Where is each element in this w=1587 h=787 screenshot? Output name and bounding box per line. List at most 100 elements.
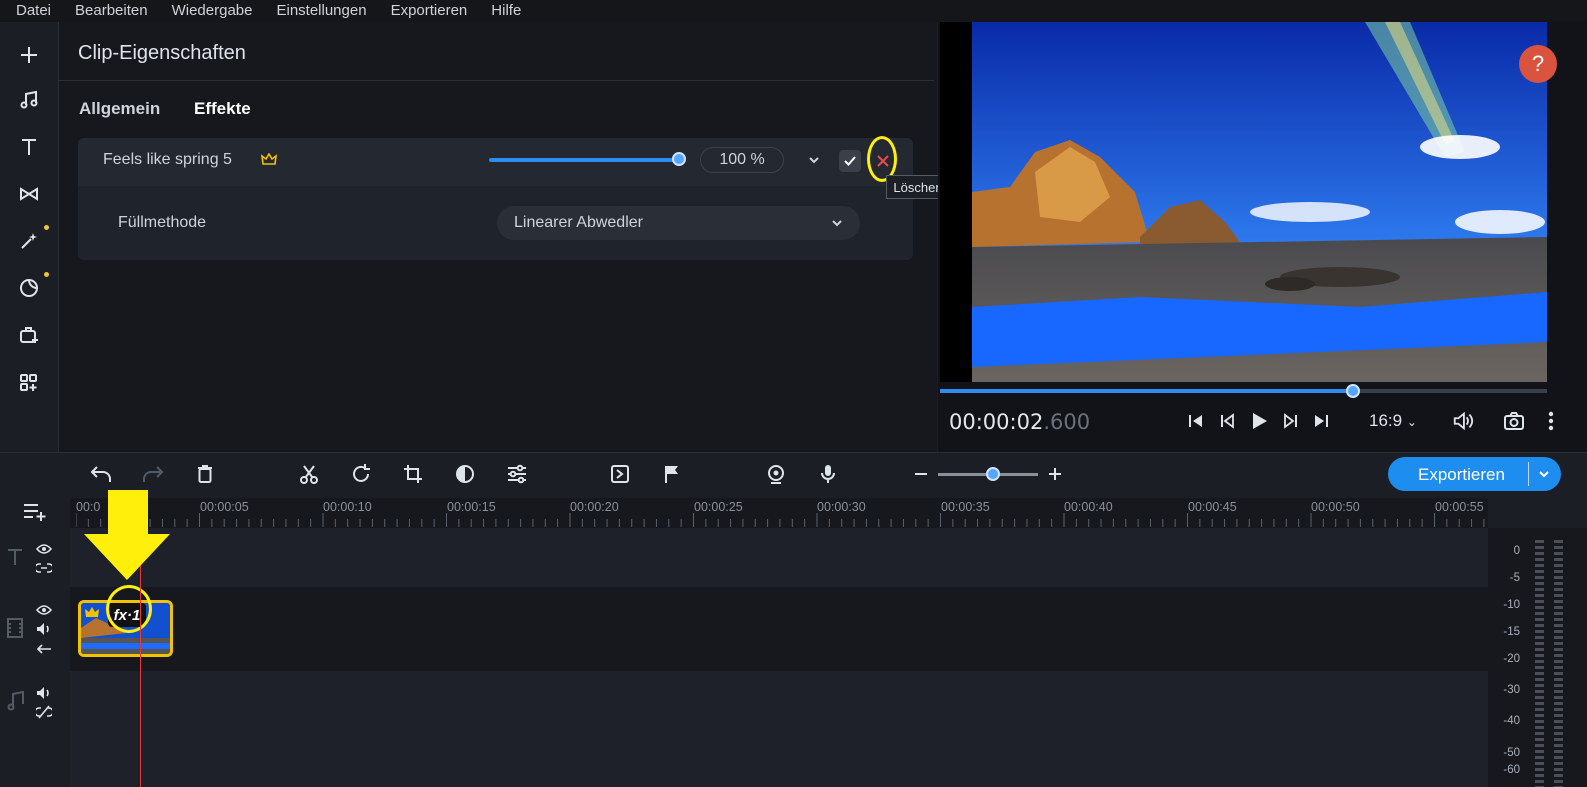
ruler-label: 00:00:45 — [1188, 500, 1237, 514]
color-adjust-icon[interactable] — [452, 461, 478, 487]
snapshot-icon[interactable] — [1503, 410, 1525, 432]
menu-export[interactable]: Exportieren — [391, 0, 468, 22]
step-back-icon[interactable] — [1216, 410, 1238, 432]
menu-file[interactable]: Datei — [16, 0, 51, 22]
transition-icon[interactable] — [14, 179, 44, 209]
apps-add-icon[interactable] — [14, 368, 44, 398]
divider — [1528, 462, 1529, 486]
text-track-icon — [7, 547, 23, 572]
video-preview[interactable] — [940, 22, 1547, 382]
more-options-icon[interactable] — [1540, 410, 1562, 432]
help-button[interactable]: ? — [1519, 45, 1557, 83]
highlight-circle — [106, 585, 152, 633]
briefcase-add-icon[interactable] — [14, 320, 44, 350]
audio-level-meter-right — [1554, 540, 1563, 787]
playback-progress-handle[interactable] — [1345, 384, 1360, 398]
export-button-label: Exportieren — [1418, 465, 1505, 484]
new-badge-dot — [44, 272, 49, 277]
text-track[interactable] — [70, 528, 1488, 587]
volume-icon[interactable] — [1452, 410, 1474, 432]
zoom-out-icon[interactable] — [908, 461, 934, 487]
intensity-slider[interactable] — [489, 158, 679, 162]
ruler-label: 00:00:25 — [694, 500, 743, 514]
aspect-ratio-value: 16:9 — [1369, 411, 1403, 430]
meter-db-label: -20 — [1503, 653, 1520, 665]
tab-general[interactable]: Allgemein — [79, 99, 160, 119]
timecode-ms: .600 — [1043, 410, 1091, 434]
microphone-icon[interactable] — [815, 461, 841, 487]
intensity-slider-handle[interactable] — [672, 152, 686, 166]
rotate-icon[interactable] — [348, 461, 374, 487]
divider — [59, 80, 934, 81]
ruler-label: 00:00:05 — [200, 500, 249, 514]
step-forward-icon[interactable] — [1280, 410, 1302, 432]
intensity-value-field[interactable]: 100 % — [700, 147, 784, 173]
crown-icon — [260, 152, 278, 167]
menu-help[interactable]: Hilfe — [491, 0, 521, 22]
sticker-icon[interactable] — [14, 273, 44, 303]
meter-db-label: -50 — [1503, 747, 1520, 759]
adjustments-icon[interactable] — [504, 461, 530, 487]
new-badge-dot — [44, 225, 49, 230]
link-off-icon[interactable] — [34, 705, 54, 724]
crop-icon[interactable] — [400, 461, 426, 487]
add-track-icon[interactable] — [22, 500, 48, 527]
menu-edit[interactable]: Bearbeiten — [75, 0, 148, 22]
audio-level-meter-left — [1535, 540, 1544, 787]
meter-db-label: 0 — [1513, 545, 1520, 557]
effect-name: Feels like spring 5 — [103, 151, 232, 168]
timecode: 00:00:02.600 — [949, 410, 1090, 434]
chevron-down-icon[interactable] — [1536, 466, 1552, 482]
menu-bar: Datei Bearbeiten Wiedergabe Einstellunge… — [0, 0, 1587, 22]
ruler-ticks — [76, 513, 1485, 527]
text-icon[interactable] — [14, 132, 44, 162]
meter-db-label: -10 — [1503, 599, 1520, 611]
trash-icon[interactable] — [192, 461, 218, 487]
play-icon[interactable] — [1248, 410, 1270, 432]
speaker-icon[interactable] — [36, 686, 52, 705]
speaker-icon[interactable] — [36, 622, 52, 641]
redo-icon[interactable] — [140, 461, 166, 487]
menu-playback[interactable]: Wiedergabe — [172, 0, 253, 22]
chevron-down-icon[interactable] — [829, 215, 845, 231]
blend-mode-label: Füllmethode — [118, 214, 207, 231]
skip-end-icon[interactable] — [1310, 410, 1332, 432]
zoom-slider-handle[interactable] — [986, 467, 1000, 481]
eye-icon[interactable] — [35, 542, 53, 560]
ruler-label: 00:00:50 — [1311, 500, 1360, 514]
timeline-toolbar — [0, 452, 1587, 499]
undo-icon[interactable] — [88, 461, 114, 487]
music-icon[interactable] — [14, 85, 44, 115]
link-icon[interactable] — [34, 561, 54, 579]
check-icon[interactable] — [839, 150, 861, 172]
film-track-icon — [7, 618, 23, 643]
webcam-icon[interactable] — [763, 461, 789, 487]
zoom-in-icon[interactable] — [1042, 461, 1068, 487]
arrow-down-icon — [84, 490, 170, 580]
ruler-label: 00:00:55 — [1435, 500, 1484, 514]
menu-settings[interactable]: Einstellungen — [276, 0, 366, 22]
blend-mode-value: Linearer Abwedler — [514, 214, 643, 231]
magic-icon[interactable] — [14, 226, 44, 256]
video-track[interactable] — [70, 587, 1488, 671]
clip-properties-icon[interactable] — [607, 461, 633, 487]
ruler-label: 00:00:10 — [323, 500, 372, 514]
chevron-down-icon[interactable] — [806, 152, 822, 168]
tab-effects[interactable]: Effekte — [194, 99, 251, 119]
crown-icon — [84, 606, 100, 620]
meter-db-label: -15 — [1503, 626, 1520, 638]
arrow-left-icon[interactable] — [36, 642, 52, 660]
ruler-label: 00:00:35 — [941, 500, 990, 514]
marker-flag-icon[interactable] — [659, 461, 685, 487]
aspect-ratio-select[interactable]: 16:9 ⌄ — [1369, 411, 1417, 431]
ruler-label: 00:00:40 — [1064, 500, 1113, 514]
audio-track[interactable] — [70, 671, 1488, 787]
left-toolbar — [0, 22, 59, 452]
skip-start-icon[interactable] — [1185, 410, 1207, 432]
add-icon[interactable] — [14, 40, 44, 70]
playback-progress-fill — [940, 389, 1353, 393]
ruler-label: 00:00:30 — [817, 500, 866, 514]
eye-icon[interactable] — [35, 603, 53, 621]
meter-db-label: -60 — [1503, 764, 1520, 776]
scissors-icon[interactable] — [296, 461, 322, 487]
